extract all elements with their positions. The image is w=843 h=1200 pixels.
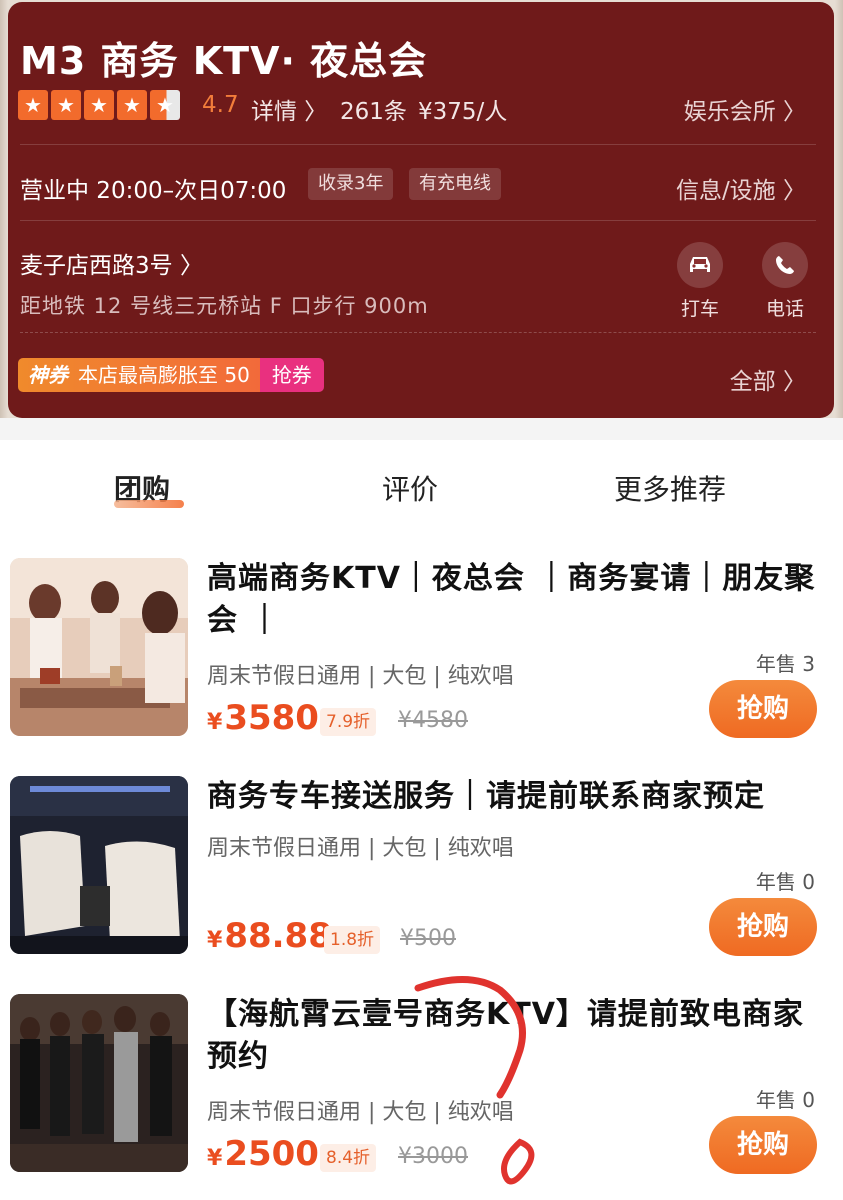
car-icon <box>677 242 723 288</box>
deal-original-price: ¥3000 <box>398 1144 468 1169</box>
divider <box>20 220 816 221</box>
deal-subtitle: 周末节假日通用 | 大包 | 纯欢唱 <box>207 664 514 689</box>
phone-icon <box>762 242 808 288</box>
coupon-text: 本店最高膨胀至 50 <box>78 363 250 387</box>
tag-badge: 有充电线 <box>409 168 501 200</box>
star-icon: ★ <box>84 90 114 120</box>
all-coupons-link[interactable]: 全部 〉 <box>730 362 806 396</box>
business-hours: 营业中 20:00–次日07:00 <box>20 178 287 204</box>
deal-discount-badge: 8.4折 <box>320 1144 377 1172</box>
review-count[interactable]: 261条 <box>340 92 407 126</box>
taxi-button[interactable]: 打车 <box>670 242 730 321</box>
coupon-badge: 神券 <box>28 363 68 387</box>
shop-title: M3 商务 KTV· 夜总会 <box>20 39 428 83</box>
deal-sold-count: 年售 0 <box>755 1088 815 1112</box>
deal-price: ¥88.88 <box>207 916 332 956</box>
buy-button[interactable]: 抢购 <box>709 898 817 956</box>
deal-image-party <box>10 558 188 736</box>
star-icon: ★ <box>51 90 81 120</box>
deal-discount-badge: 1.8折 <box>324 926 381 954</box>
active-tab-indicator <box>114 500 184 508</box>
deal-image-group <box>10 994 188 1172</box>
deal-sold-count: 年售 0 <box>755 870 815 894</box>
deal-image-car-interior <box>10 776 188 954</box>
phone-button[interactable]: 电话 <box>755 242 815 321</box>
tag-badge: 收录3年 <box>308 168 394 200</box>
detail-link[interactable]: 详情 〉 <box>251 92 327 126</box>
deal-sold-count: 年售 3 <box>755 652 815 676</box>
deal-title: 商务专车接送服务｜请提前联系商家预定 <box>207 779 765 814</box>
deal-discount-badge: 7.9折 <box>320 708 377 736</box>
deal-original-price: ¥4580 <box>398 708 468 733</box>
tab-more-recommendations[interactable]: 更多推荐 <box>614 468 726 508</box>
deal-subtitle: 周末节假日通用 | 大包 | 纯欢唱 <box>207 836 514 861</box>
claim-coupon-button[interactable]: 抢券 <box>259 358 324 392</box>
dashed-divider <box>20 332 816 333</box>
rating-stars: ★ ★ ★ ★ ★ <box>18 90 180 120</box>
shop-header: M3 商务 KTV· 夜总会 ★ ★ ★ ★ ★ 4.7 详情 〉 261条 ¥… <box>8 2 834 418</box>
buy-button[interactable]: 抢购 <box>709 1116 817 1174</box>
deal-title: 【海航霄云壹号商务KTV】请提前致电商家预约 <box>207 997 804 1074</box>
phone-label: 电话 <box>765 298 804 320</box>
info-facilities-link[interactable]: 信息/设施 〉 <box>676 171 806 205</box>
coupon-banner[interactable]: 神券 本店最高膨胀至 50 抢券 <box>18 358 324 392</box>
buy-button[interactable]: 抢购 <box>709 680 817 738</box>
tab-reviews[interactable]: 评价 <box>382 468 438 508</box>
metro-distance: 距地铁 12 号线三元桥站 F 口步行 900m <box>20 294 429 318</box>
deal-price: ¥2500 <box>207 1134 319 1174</box>
deal-subtitle: 周末节假日通用 | 大包 | 纯欢唱 <box>207 1100 514 1125</box>
price-per-person: ¥375/人 <box>418 99 508 125</box>
deal-price: ¥3580 <box>207 698 319 738</box>
deal-original-price: ¥500 <box>400 926 456 951</box>
divider <box>20 144 816 145</box>
address-link[interactable]: 麦子店西路3号 〉 <box>20 246 203 280</box>
star-icon: ★ <box>18 90 48 120</box>
deal-title: 高端商务KTV｜夜总会 ｜商务宴请｜朋友聚会 ｜ <box>207 561 816 638</box>
section-gap <box>0 418 843 440</box>
half-star-icon: ★ <box>150 90 180 120</box>
star-icon: ★ <box>117 90 147 120</box>
taxi-label: 打车 <box>680 298 719 320</box>
category-link[interactable]: 娱乐会所 〉 <box>684 92 806 126</box>
rating-value: 4.7 <box>202 92 239 118</box>
